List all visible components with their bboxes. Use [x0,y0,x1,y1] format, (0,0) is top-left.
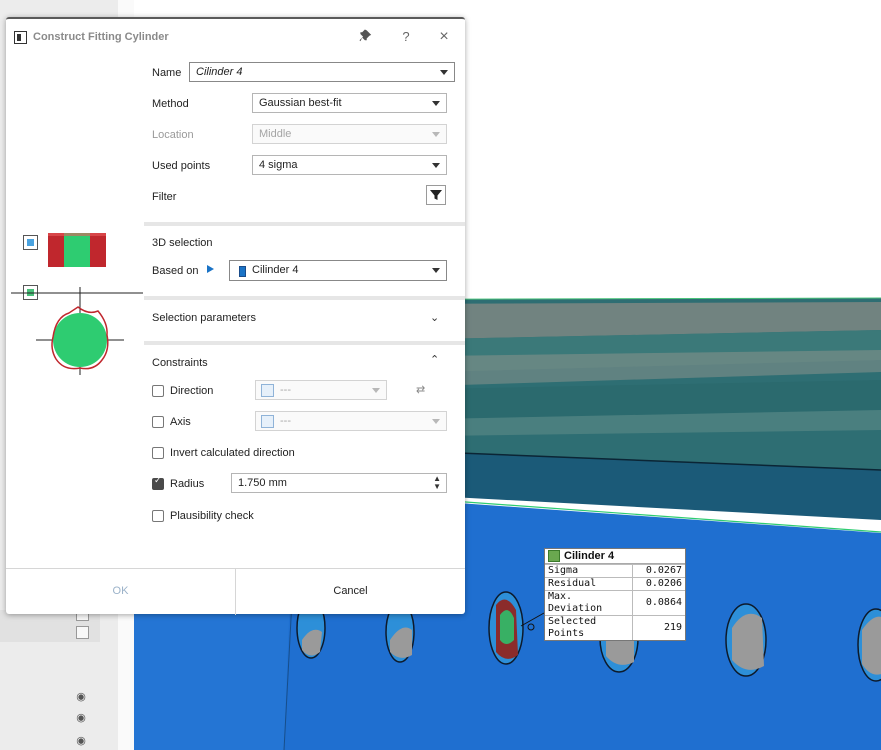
axis-checkbox[interactable] [152,416,164,428]
cylinder-icon [239,266,246,277]
method-label: Method [152,98,189,110]
section-divider [144,296,465,300]
row-label: Max. Deviation [545,590,633,616]
row-value: 0.0267 [632,564,685,578]
row-label: Residual [545,577,633,591]
method-value: Gaussian best-fit [259,97,342,109]
radius-value: 1.750 mm [238,477,287,489]
eye-icon[interactable]: ◉ [74,735,88,747]
pick-icon [261,384,274,397]
table-row: Sigma 0.0267 [545,564,685,578]
based-on-select[interactable]: Cilinder 4 [229,260,447,281]
chevron-down-icon [372,388,380,393]
row-label: Selected Points [545,615,633,640]
name-label: Name [152,67,182,79]
radius-label: Radius [170,478,205,490]
cancel-button[interactable]: Cancel [236,569,465,615]
row-label: Sigma [545,564,633,578]
dialog-title: Construct Fitting Cylinder [33,31,169,43]
radius-spinbox[interactable]: 1.750 mm ▲ ▼ [231,473,447,493]
chevron-down-icon [432,101,440,106]
direction-label: Direction [170,385,214,397]
cylinder-preview [11,233,143,375]
cylinder-icon [548,550,560,562]
invert-direction-label: Invert calculated direction [170,447,295,459]
funnel-icon [430,190,442,200]
location-value: Middle [259,128,292,140]
pin-icon[interactable] [357,29,375,45]
chevron-up-icon[interactable]: ⌃ [430,353,439,366]
name-field[interactable]: Cilinder 4 [189,62,455,82]
invert-direction-checkbox[interactable] [152,447,164,459]
based-on-value: Cilinder 4 [252,264,299,276]
dialog-icon [14,31,27,44]
help-button[interactable]: ? [397,29,415,45]
close-button[interactable]: × [435,29,453,45]
plausibility-checkbox[interactable] [152,510,164,522]
constraints-label[interactable]: Constraints [152,357,208,369]
chevron-down-icon [440,70,448,75]
dialog-footer: OK Cancel [6,568,465,615]
axis-label: Axis [170,416,191,428]
plausibility-label: Plausibility check [170,510,254,522]
used-points-label: Used points [152,160,211,172]
direction-checkbox[interactable] [152,385,164,397]
chevron-down-icon [432,132,440,137]
section-divider [144,222,465,226]
used-points-value: 4 sigma [259,159,298,171]
name-value: Cilinder 4 [196,66,243,78]
axis-value: --- [280,415,291,427]
preview-panel [6,55,144,568]
row-value: 219 [632,615,685,640]
pick-icon [261,415,274,428]
chevron-down-icon [432,268,440,273]
chevron-down-icon [432,419,440,424]
eye-icon[interactable]: ◉ [74,691,88,703]
radius-checkbox[interactable] [152,476,164,490]
section-divider [144,341,465,345]
location-label: Location [152,129,194,141]
direction-value: --- [280,384,291,396]
location-select[interactable]: Middle [252,124,447,144]
eye-icon[interactable]: ◉ [74,712,88,724]
row-value: 0.0864 [632,590,685,616]
dialog-titlebar[interactable]: Construct Fitting Cylinder ? × [6,19,465,55]
stepper-arrows-icon[interactable]: ▲ ▼ [433,475,441,491]
chevron-down-icon [432,163,440,168]
construct-fitting-cylinder-dialog: Construct Fitting Cylinder ? × Name Cili… [6,17,465,615]
selection-header: 3D selection [152,237,213,249]
table-row: Selected Points 219 [545,615,685,640]
direction-select[interactable]: --- [255,380,387,400]
swap-icon[interactable]: ⇄ [416,383,425,396]
method-select[interactable]: Gaussian best-fit [252,93,447,113]
chevron-down-icon[interactable]: ⌄ [430,311,439,324]
filter-label: Filter [152,191,177,203]
used-points-select[interactable]: 4 sigma [252,155,447,175]
row-value: 0.0206 [632,577,685,591]
ok-button[interactable]: OK [6,569,236,615]
filter-button[interactable] [426,185,446,205]
play-icon[interactable] [207,265,214,273]
measurement-title: Cilinder 4 [564,550,615,562]
table-row: Max. Deviation 0.0864 [545,590,685,616]
measurement-table: Sigma 0.0267 Residual 0.0206 Max. Deviatio… [545,564,685,640]
visibility-checkbox[interactable] [76,626,89,639]
based-on-label: Based on [152,265,199,277]
measurement-label[interactable]: Cilinder 4 Sigma 0.0267 Residual 0.0206 Ma… [544,548,686,641]
selection-parameters-label[interactable]: Selection parameters [152,312,256,324]
table-row: Residual 0.0206 [545,577,685,591]
axis-select[interactable]: --- [255,411,447,431]
